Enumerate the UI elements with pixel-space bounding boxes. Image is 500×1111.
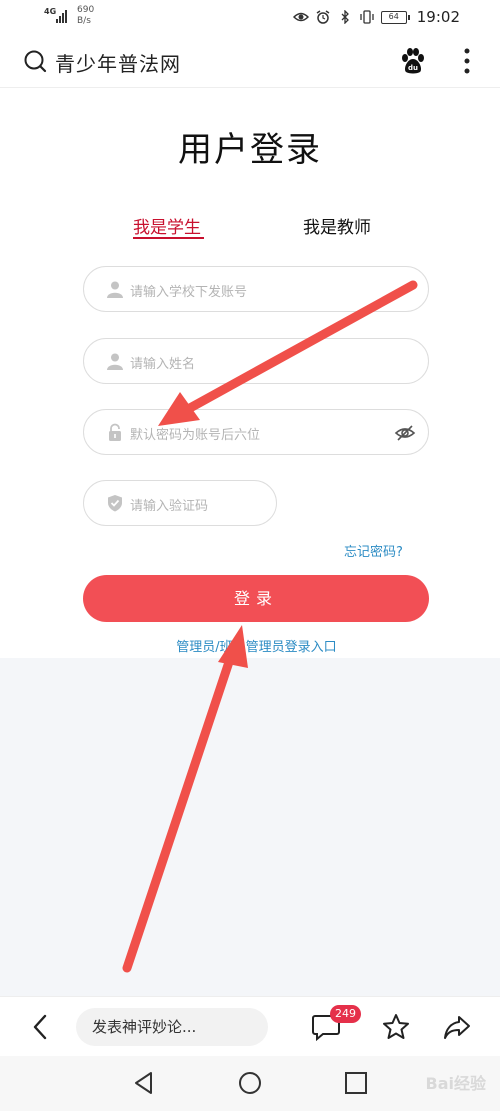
name-placeholder: 请输入姓名 [130, 357, 196, 372]
comment-input[interactable]: 发表神评妙论... [76, 1008, 268, 1046]
name-input[interactable]: 请输入姓名 [83, 338, 429, 384]
captcha-input[interactable]: 请输入验证码 [83, 480, 277, 526]
status-bar: 4G 690 B/s 64 19:02 [0, 0, 500, 36]
recents-square-icon[interactable] [343, 1070, 369, 1096]
back-triangle-icon[interactable] [131, 1070, 157, 1096]
svg-text:du: du [408, 64, 418, 72]
shield-check-icon [108, 495, 122, 512]
signal-icon [56, 9, 67, 23]
tab-teacher[interactable]: 我是教师 [303, 213, 371, 238]
user-icon [107, 353, 123, 370]
eye-status-icon [292, 12, 309, 22]
page-title: 用户登录 [178, 130, 322, 170]
more-vertical-icon[interactable] [456, 46, 478, 76]
vibrate-icon [360, 10, 374, 24]
empty-content-area [0, 658, 500, 996]
bottom-toolbar: 发表神评妙论... 249 [0, 996, 500, 1056]
alarm-icon [316, 10, 330, 24]
battery-icon: 64 [380, 10, 410, 24]
network-speed: 690 B/s [77, 5, 94, 27]
top-app-bar: 青少年普法网 du [0, 36, 500, 88]
login-button[interactable]: 登录 [83, 575, 429, 622]
system-nav-bar: Bai经验 [0, 1056, 500, 1111]
baidu-paw-icon[interactable]: du [398, 46, 428, 76]
forgot-password-link[interactable]: 忘记密码? [344, 541, 403, 560]
bluetooth-icon [341, 10, 349, 24]
tab-student[interactable]: 我是学生 [133, 213, 201, 238]
lock-icon [109, 423, 121, 441]
password-input[interactable]: 默认密码为账号后六位 [83, 409, 429, 455]
comment-count-badge: 249 [330, 1005, 361, 1023]
captcha-placeholder: 请输入验证码 [130, 499, 209, 514]
account-placeholder: 请输入学校下发账号 [130, 285, 248, 300]
watermark: Bai经验 [425, 1074, 486, 1093]
home-circle-icon[interactable] [237, 1070, 263, 1096]
account-input[interactable]: 请输入学校下发账号 [83, 266, 429, 312]
network-speed-unit: B/s [77, 16, 91, 26]
password-placeholder: 默认密码为账号后六位 [130, 428, 261, 443]
search-icon[interactable] [23, 49, 47, 73]
admin-login-link[interactable]: 管理员/班主管理员登录入口 [0, 636, 500, 655]
eye-off-icon[interactable] [394, 422, 416, 444]
back-icon[interactable] [30, 1013, 50, 1041]
user-icon [107, 281, 123, 298]
network-type: 4G [44, 7, 57, 16]
status-icons: 64 19:02 [292, 7, 460, 27]
network-speed-value: 690 [77, 5, 95, 15]
share-icon[interactable] [442, 1012, 472, 1042]
site-title: 青少年普法网 [55, 52, 181, 76]
clock: 19:02 [416, 8, 460, 26]
star-icon[interactable] [381, 1012, 411, 1042]
active-tab-indicator [133, 237, 204, 239]
